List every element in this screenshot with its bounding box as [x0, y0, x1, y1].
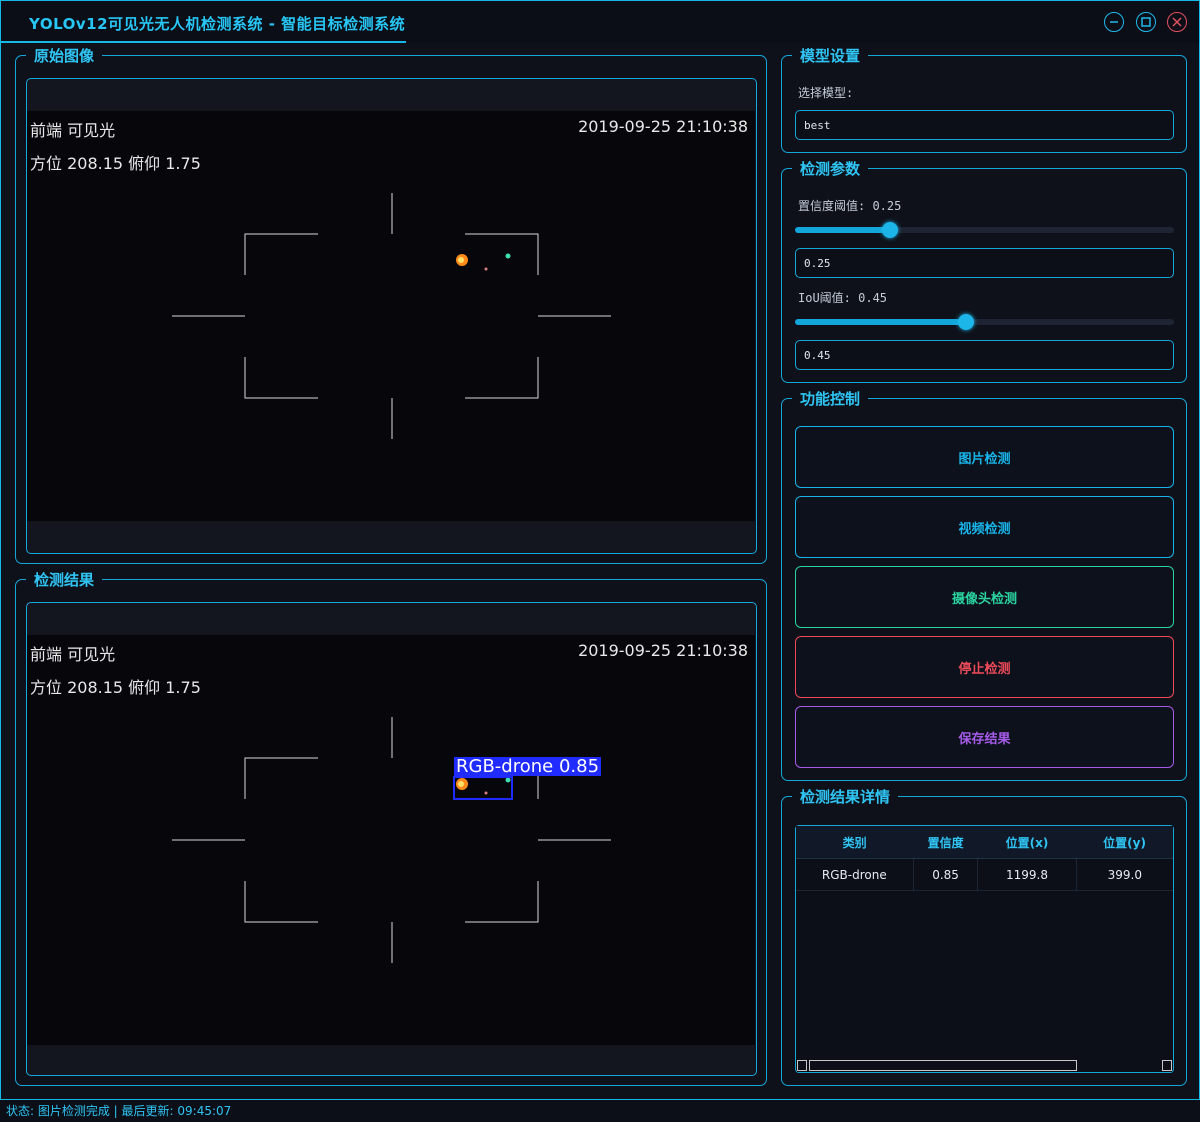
status-text: 状态: 图片检测完成 | 最后更新: 09:45:07: [6, 1104, 232, 1118]
confidence-label: 置信度阈值: 0.25: [798, 199, 902, 213]
detection-image-frame: 前端 可见光 2019-09-25 21:10:38 方位 208.15 俯仰 …: [26, 602, 757, 1076]
window-title: YOLOv12可见光无人机检测系统 - 智能目标检测系统: [29, 15, 406, 33]
confidence-slider[interactable]: [795, 222, 1174, 238]
close-icon: [1172, 17, 1182, 27]
title-underline: [1, 41, 406, 43]
table-cell: RGB-drone: [796, 858, 914, 891]
detection-image: 前端 可见光 2019-09-25 21:10:38 方位 208.15 俯仰 …: [27, 635, 755, 1045]
crosshair-graphic: [172, 717, 611, 963]
close-button[interactable]: [1167, 12, 1187, 32]
detection-box-label: RGB-drone 0.85: [454, 756, 602, 777]
status-bar: 状态: 图片检测完成 | 最后更新: 09:45:07: [0, 1100, 1200, 1122]
table-cell: 0.85: [913, 858, 979, 891]
model-select[interactable]: best: [795, 110, 1174, 140]
original-image: 前端 可见光 2019-09-25 21:10:38 方位 208.15 俯仰 …: [27, 111, 755, 521]
original-image-title: 原始图像: [26, 46, 103, 66]
stop-detect-button[interactable]: 停止检测: [795, 636, 1174, 698]
image-detect-button[interactable]: 图片检测: [795, 426, 1174, 488]
detection-result-title: 检测结果: [26, 570, 103, 590]
confidence-input[interactable]: 0.25: [795, 248, 1174, 278]
video-detect-label: 视频检测: [958, 521, 1011, 537]
results-table: 类别 置信度 位置(x) 位置(y) RGB-drone 0.85 1199.8…: [796, 826, 1173, 891]
detection-params-title: 检测参数: [792, 159, 869, 179]
confidence-value: 0.25: [804, 256, 831, 270]
details-title: 检测结果详情: [792, 787, 899, 807]
scroll-right-arrow[interactable]: [1162, 1060, 1172, 1071]
model-settings-title: 模型设置: [792, 46, 869, 66]
maximize-button[interactable]: [1136, 12, 1156, 32]
iou-slider-handle[interactable]: [957, 314, 974, 330]
model-select-label: 选择模型:: [798, 86, 854, 100]
stop-detect-label: 停止检测: [958, 661, 1011, 677]
table-cell: 1199.8: [977, 858, 1077, 891]
table-row[interactable]: RGB-drone 0.85 1199.8 399.0: [796, 858, 1173, 891]
camera-detect-button[interactable]: 摄像头检测: [795, 566, 1174, 628]
column-header[interactable]: 置信度: [913, 826, 978, 859]
image-detect-label: 图片检测: [958, 451, 1011, 467]
iou-input[interactable]: 0.45: [795, 340, 1174, 370]
iou-slider-fill: [795, 319, 966, 325]
controls-title: 功能控制: [792, 389, 869, 409]
column-header[interactable]: 类别: [796, 826, 914, 859]
confidence-slider-handle[interactable]: [881, 222, 898, 238]
save-results-label: 保存结果: [958, 731, 1011, 747]
column-header[interactable]: 位置(y): [1076, 826, 1173, 859]
scroll-left-arrow[interactable]: [797, 1060, 807, 1071]
model-select-value: best: [804, 118, 831, 132]
iou-slider[interactable]: [795, 314, 1174, 330]
table-header-row: 类别 置信度 位置(x) 位置(y): [796, 826, 1173, 859]
crosshair-graphic: [172, 193, 611, 439]
original-image-panel: 原始图像 前端 可见光 2019-09-25 21:10:38 方位 208.1…: [15, 46, 767, 564]
maximize-icon: [1141, 17, 1151, 27]
table-cell: 399.0: [1076, 858, 1173, 891]
iou-value: 0.45: [804, 348, 831, 362]
camera-detect-label: 摄像头检测: [951, 591, 1017, 607]
app-window: YOLOv12可见光无人机检测系统 - 智能目标检测系统 原始图像 前端 可见光…: [0, 0, 1200, 1100]
horizontal-scrollbar[interactable]: [797, 1060, 1172, 1072]
detection-result-panel: 检测结果 前端 可见光 2019-09-25 21:10:38 方位 208.1…: [15, 570, 767, 1086]
original-image-frame: 前端 可见光 2019-09-25 21:10:38 方位 208.15 俯仰 …: [26, 78, 757, 554]
column-header[interactable]: 位置(x): [977, 826, 1077, 859]
scrollbar-thumb[interactable]: [809, 1060, 1077, 1071]
minimize-button[interactable]: [1104, 12, 1124, 32]
title-bar: YOLOv12可见光无人机检测系统 - 智能目标检测系统: [1, 1, 1199, 43]
save-results-button[interactable]: 保存结果: [795, 706, 1174, 768]
confidence-slider-fill: [795, 227, 890, 233]
video-detect-button[interactable]: 视频检测: [795, 496, 1174, 558]
minimize-icon: [1110, 21, 1118, 23]
iou-label: IoU阈值: 0.45: [798, 291, 888, 305]
